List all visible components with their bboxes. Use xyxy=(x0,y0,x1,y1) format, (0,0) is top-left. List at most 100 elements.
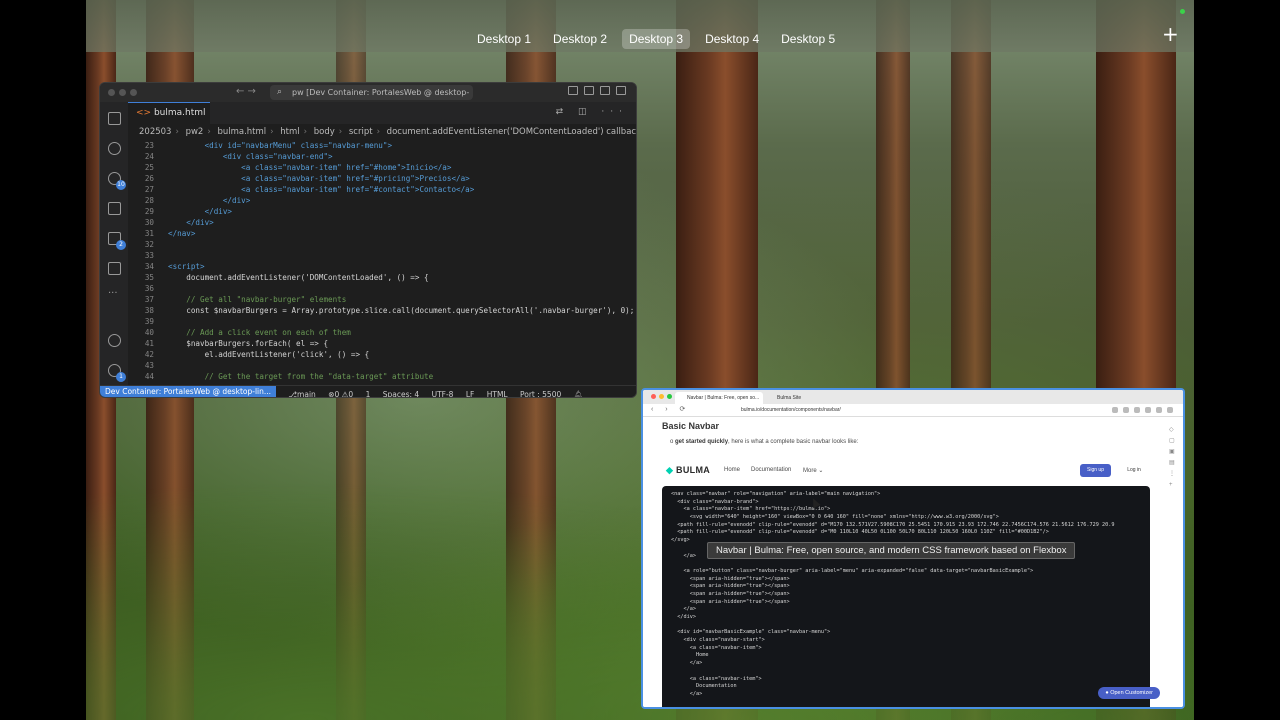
tool-icon[interactable]: + xyxy=(1169,480,1177,491)
code-sample-line: <nav class="navbar" role="navigation" ar… xyxy=(671,491,881,497)
code-line[interactable]: 29 </div> xyxy=(128,206,636,217)
code-line[interactable]: 43 xyxy=(128,360,636,371)
desktop-tab-4[interactable]: Desktop 4 xyxy=(698,29,766,49)
code-sample-line: <div class="navbar-start"> xyxy=(671,637,765,644)
indentation[interactable]: Spaces: 4 xyxy=(383,389,419,397)
breadcrumb-item[interactable]: pw2 xyxy=(186,127,204,137)
search-icon[interactable] xyxy=(108,142,121,155)
code-line[interactable]: 34 <script> xyxy=(128,261,636,272)
code-line[interactable]: 30 </div> xyxy=(128,217,636,228)
explorer-icon[interactable] xyxy=(108,112,121,125)
code-line[interactable]: 41 $navbarBurgers.forEach( el => { xyxy=(128,338,636,349)
command-center[interactable]: ⌕ pw [Dev Container: PortalesWeb @ deskt… xyxy=(270,85,473,112)
extension-icon[interactable] xyxy=(1112,407,1118,413)
breadcrumb-item[interactable]: html xyxy=(280,127,299,137)
language-mode[interactable]: HTML xyxy=(487,389,508,397)
code-line[interactable]: 26 <a class="navbar-item" href="#pricing… xyxy=(128,173,636,184)
browser-nav-icon[interactable]: ‹ › ⟳ xyxy=(651,405,690,413)
code-line[interactable]: 23 <div id="navbarMenu" class="navbar-me… xyxy=(128,140,636,151)
extension-icon[interactable] xyxy=(1167,407,1173,413)
code-line[interactable]: 36 xyxy=(128,283,636,294)
info-count[interactable]: 1 xyxy=(366,389,371,397)
html-file-icon: <> xyxy=(136,108,152,118)
tool-icon[interactable]: ▤ xyxy=(1169,458,1177,469)
breadcrumb-item[interactable]: body xyxy=(314,127,335,137)
breadcrumb-item[interactable]: bulma.html xyxy=(217,127,266,137)
browser-tab-bulma-site[interactable]: Bulma Site xyxy=(765,392,853,404)
line-number: 38 xyxy=(144,306,154,315)
login-button[interactable]: Log in xyxy=(1118,464,1150,477)
secondary-sidebar-icon[interactable] xyxy=(616,86,626,95)
tool-icon[interactable]: ⋮ xyxy=(1169,469,1177,480)
line-ending[interactable]: LF xyxy=(466,389,475,397)
demo-nav-documentation[interactable]: Documentation xyxy=(751,467,791,473)
more-icon[interactable]: ··· xyxy=(108,288,118,299)
bell-icon[interactable]: 🔔︎ xyxy=(574,389,584,397)
account-icon[interactable] xyxy=(108,334,121,347)
code-line[interactable]: 39 xyxy=(128,316,636,327)
maximize-window-icon[interactable] xyxy=(130,89,137,96)
encoding[interactable]: UTF-8 xyxy=(432,389,454,397)
minimize-window-icon[interactable] xyxy=(119,89,126,96)
tool-icon[interactable]: ◇ xyxy=(1169,425,1177,436)
extension-icon[interactable] xyxy=(1134,407,1140,413)
breadcrumb-item[interactable]: 202503 xyxy=(139,127,171,137)
layout-icon[interactable] xyxy=(568,86,578,95)
tool-icon[interactable]: ▣ xyxy=(1169,447,1177,458)
code-line[interactable]: 44 // Get the target from the "data-targ… xyxy=(128,371,636,382)
code-line[interactable]: 40 // Add a click event on each of them xyxy=(128,327,636,338)
bulma-logo[interactable]: ◆ BULMA xyxy=(666,465,710,476)
code-line[interactable]: 28 </div> xyxy=(128,195,636,206)
tool-icon[interactable]: ▢ xyxy=(1169,436,1177,447)
extension-icon[interactable] xyxy=(1123,407,1129,413)
breadcrumb-item[interactable]: script xyxy=(349,127,373,137)
live-server-port[interactable]: Port : 5500 xyxy=(520,389,561,397)
desktop-tab-5[interactable]: Desktop 5 xyxy=(774,29,842,49)
code-line[interactable]: 42 el.addEventListener('click', () => { xyxy=(128,349,636,360)
url-input[interactable]: bulma.io/documentation/components/navbar… xyxy=(741,406,981,415)
remote-explorer-icon[interactable] xyxy=(108,262,121,275)
remote-indicator[interactable]: Dev Container: PortalesWeb @ desktop-lin… xyxy=(100,386,276,397)
minimize-window-icon[interactable] xyxy=(659,394,664,399)
maximize-window-icon[interactable] xyxy=(667,394,672,399)
browser-tab-navbar[interactable]: Navbar | Bulma: Free, open so... xyxy=(675,392,763,404)
code-line[interactable]: 31 </nav> xyxy=(128,228,636,239)
desktop-tab-3[interactable]: Desktop 3 xyxy=(622,29,691,49)
code-sample-line: <svg width="640" height="160" viewBox="0… xyxy=(671,514,999,521)
signup-button[interactable]: Sign up xyxy=(1080,464,1111,477)
code-line[interactable]: 37 // Get all "navbar-burger" elements xyxy=(128,294,636,305)
open-customizer-button[interactable]: ● Open Customizer xyxy=(1098,687,1160,699)
error-count[interactable]: 0 xyxy=(334,390,339,397)
editor-actions[interactable]: ⇄ ◫ ··· xyxy=(556,107,628,117)
code-editor[interactable]: 23 <div id="navbarMenu" class="navbar-me… xyxy=(128,140,636,385)
demo-nav-more[interactable]: More ⌄ xyxy=(803,467,823,474)
extension-icon[interactable] xyxy=(1145,407,1151,413)
code-line[interactable]: 35 document.addEventListener('DOMContent… xyxy=(128,272,636,283)
code-line[interactable]: 33 xyxy=(128,250,636,261)
tab-bulma-html[interactable]: <> bulma.html U × xyxy=(128,102,210,139)
demo-nav-home[interactable]: Home xyxy=(724,467,740,473)
sidebar-toggle-icon[interactable] xyxy=(584,86,594,95)
code-line[interactable]: 32 xyxy=(128,239,636,250)
code-line[interactable]: 24 <div class="navbar-end"> xyxy=(128,151,636,162)
line-number: 44 xyxy=(144,372,154,381)
run-debug-icon[interactable] xyxy=(108,202,121,215)
breadcrumb-item[interactable]: document.addEventListener('DOMContentLoa… xyxy=(387,127,636,137)
branch-name[interactable]: main xyxy=(297,390,316,397)
panel-toggle-icon[interactable] xyxy=(600,86,610,95)
plus-icon[interactable]: + xyxy=(1162,22,1179,46)
code-line[interactable]: 38 const $navbarBurgers = Array.prototyp… xyxy=(128,305,636,316)
nav-arrows-icon[interactable]: ← → xyxy=(236,86,256,97)
desktop-tab-1[interactable]: Desktop 1 xyxy=(470,29,538,49)
desktop-tab-2[interactable]: Desktop 2 xyxy=(546,29,614,49)
close-window-icon[interactable] xyxy=(651,394,656,399)
code-line[interactable]: 27 <a class="navbar-item" href="#contact… xyxy=(128,184,636,195)
code-sample-line: <span aria-hidden="true"></span> xyxy=(671,590,790,597)
code-line[interactable]: 25 <a class="navbar-item" href="#home">I… xyxy=(128,162,636,173)
extension-icon[interactable] xyxy=(1156,407,1162,413)
close-window-icon[interactable] xyxy=(108,89,115,96)
status-bar: Dev Container: PortalesWeb @ desktop-lin… xyxy=(100,385,636,397)
warning-count[interactable]: 0 xyxy=(348,390,353,397)
line-number: 27 xyxy=(144,185,154,194)
code-text: // Get the target from the "data-target"… xyxy=(168,372,434,381)
